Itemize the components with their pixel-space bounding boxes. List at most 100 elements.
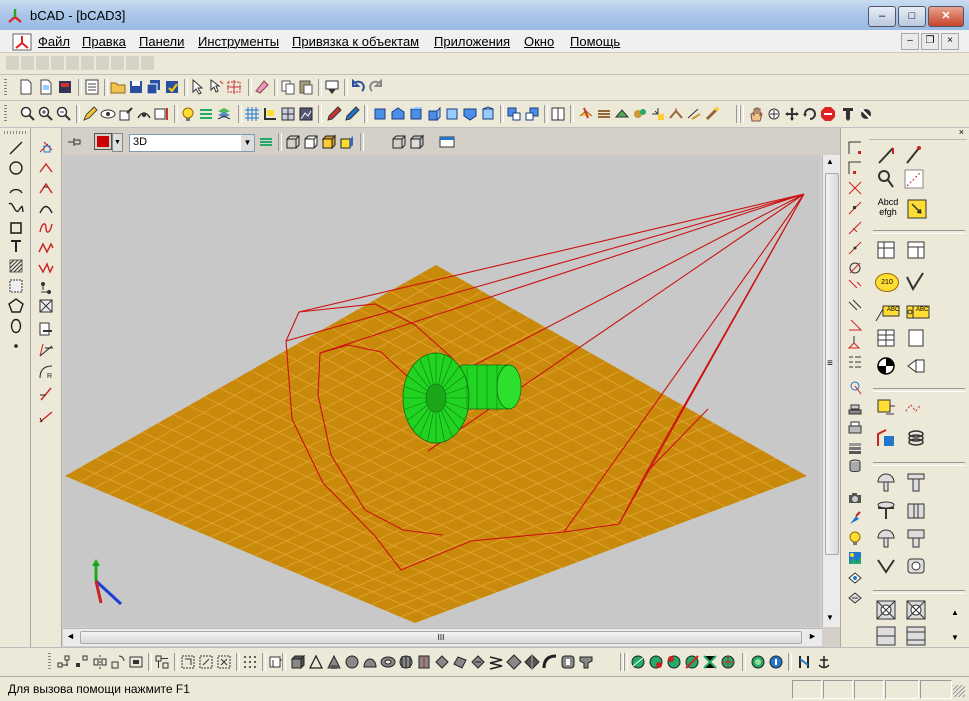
zoom-out-icon[interactable] <box>56 106 72 122</box>
dim-linear-icon[interactable] <box>876 145 896 165</box>
palette-scroll-down-icon[interactable]: ▼ <box>951 633 959 642</box>
rendered-mode-icon[interactable] <box>339 134 355 150</box>
render-flat-icon[interactable] <box>578 106 594 122</box>
fullscreen-icon[interactable] <box>439 134 455 150</box>
wireframe-mode-icon[interactable] <box>285 134 301 150</box>
snap-intersection-icon[interactable] <box>847 180 863 196</box>
nut-side-icon[interactable] <box>906 500 926 520</box>
snap-list-icon[interactable] <box>847 354 863 370</box>
bolt-round-icon[interactable] <box>876 472 896 492</box>
leader-arrow-icon[interactable] <box>907 199 927 219</box>
light-bulb-icon[interactable] <box>847 530 863 546</box>
solid-extrude-icon[interactable] <box>434 654 450 670</box>
vertical-scroll-thumb[interactable]: ≡ <box>825 173 839 555</box>
save-icon[interactable] <box>128 79 144 95</box>
zoom-realtime-icon[interactable] <box>766 106 782 122</box>
minimize-button[interactable]: – <box>868 6 896 27</box>
dot-grid-icon[interactable] <box>242 654 258 670</box>
save-as-icon[interactable] <box>146 79 162 95</box>
ucs-mirror-icon[interactable] <box>92 654 108 670</box>
draw-brush-icon[interactable] <box>344 106 360 122</box>
bearing-ball-icon[interactable] <box>906 600 926 620</box>
ucs-object-icon[interactable] <box>198 654 214 670</box>
radius-dimension-icon[interactable]: R <box>38 364 54 380</box>
render-sphere-icon[interactable] <box>847 590 863 606</box>
copy-icon[interactable] <box>280 79 296 95</box>
view-bottom-icon[interactable] <box>462 106 478 122</box>
snap-perpendicular-icon[interactable] <box>847 220 863 236</box>
arc-icon[interactable] <box>8 180 24 196</box>
database-icon[interactable] <box>847 458 863 474</box>
ucs-3point-icon[interactable] <box>180 654 196 670</box>
ucs-origin-icon[interactable] <box>56 654 72 670</box>
menu-edit[interactable]: Правка <box>82 34 126 49</box>
solid-dome-icon[interactable] <box>362 654 378 670</box>
mdi-close-button[interactable]: × <box>941 33 959 50</box>
roughness-icon[interactable] <box>905 271 925 291</box>
menu-object-snap[interactable]: Привязка к объектам <box>292 34 419 49</box>
new-window-icon[interactable] <box>38 79 54 95</box>
offset-icon[interactable] <box>38 280 54 296</box>
view-right-icon[interactable] <box>426 106 442 122</box>
frame-icon[interactable] <box>906 328 926 348</box>
orbit-icon[interactable] <box>784 106 800 122</box>
color-swatch[interactable] <box>94 133 112 150</box>
pin-icon[interactable] <box>840 106 856 122</box>
paint-icon[interactable] <box>847 510 863 526</box>
snap-parallel-icon[interactable] <box>847 298 863 314</box>
title-block-icon[interactable] <box>906 240 926 260</box>
menu-help[interactable]: Помощь <box>570 34 620 49</box>
menu-tools[interactable]: Инструменты <box>198 34 279 49</box>
paste-icon[interactable] <box>298 79 314 95</box>
snap-center-icon[interactable] <box>847 260 863 276</box>
ucs-move-icon[interactable] <box>74 654 90 670</box>
snap-tangent-icon[interactable] <box>847 240 863 256</box>
point-icon[interactable] <box>8 338 24 354</box>
dim-aligned-icon[interactable] <box>904 145 924 165</box>
layers-list-icon[interactable] <box>198 106 214 122</box>
washer-icon[interactable] <box>876 556 896 576</box>
anchor-icon[interactable] <box>816 654 832 670</box>
snap-midpoint-icon[interactable] <box>847 160 863 176</box>
redo-icon[interactable] <box>368 79 384 95</box>
open-folder-icon[interactable] <box>110 79 126 95</box>
chamfer-icon[interactable] <box>38 180 54 196</box>
block-icon[interactable] <box>38 298 54 314</box>
ucs-rotate-icon[interactable] <box>110 654 126 670</box>
select-arrow-icon[interactable] <box>190 79 206 95</box>
bottom-toolbar-grip[interactable] <box>48 653 51 671</box>
menu-window[interactable]: Окно <box>524 34 554 49</box>
region-icon[interactable] <box>8 278 24 294</box>
spline-shaft-icon[interactable] <box>906 626 926 646</box>
bool-subtract-icon[interactable] <box>648 654 664 670</box>
box-outline-icon[interactable] <box>391 134 407 150</box>
view-callout-icon[interactable] <box>876 398 896 418</box>
maximize-button[interactable]: □ <box>898 6 926 27</box>
weld-symbol-button[interactable]: ABC <box>875 304 901 322</box>
view-direction-icon[interactable] <box>906 356 926 376</box>
view-back-icon[interactable] <box>444 106 460 122</box>
section-circle-icon[interactable] <box>876 356 896 376</box>
rectangle-icon[interactable] <box>8 220 24 236</box>
layers-stack-icon[interactable] <box>216 106 232 122</box>
solid-loft-icon[interactable] <box>452 654 468 670</box>
zoom-icon[interactable] <box>20 106 36 122</box>
solid-torus-icon[interactable] <box>380 654 396 670</box>
view-rotate-icon[interactable] <box>506 106 522 122</box>
scene-image-icon[interactable] <box>847 550 863 566</box>
render-settings-icon[interactable] <box>704 106 720 122</box>
menu-file[interactable]: Файл <box>38 34 70 49</box>
text-icon[interactable] <box>8 238 24 254</box>
curve-icon[interactable] <box>38 240 54 256</box>
render-camera-icon[interactable] <box>668 106 684 122</box>
box-solid-icon[interactable] <box>409 134 425 150</box>
chevron-down-icon[interactable]: ▼ <box>241 135 254 151</box>
eraser-icon[interactable] <box>254 79 270 95</box>
stack-flat-icon[interactable] <box>847 400 863 416</box>
pencil-icon[interactable] <box>82 106 98 122</box>
snap-angle-icon[interactable] <box>847 316 863 332</box>
solid-info-icon[interactable] <box>768 654 784 670</box>
dim-diagonal-icon[interactable] <box>904 169 924 189</box>
view-left-icon[interactable] <box>408 106 424 122</box>
layer-edit-icon[interactable] <box>118 106 134 122</box>
